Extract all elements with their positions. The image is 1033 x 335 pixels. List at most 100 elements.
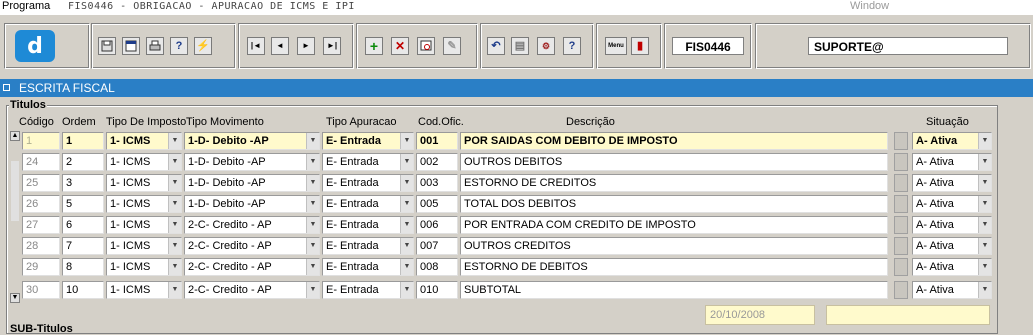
find-icon[interactable] [417, 37, 435, 55]
descricao-cell[interactable]: OUTROS CREDITOS [460, 237, 888, 255]
chevron-down-icon[interactable]: ▼ [978, 282, 991, 298]
tipo-apuracao-select[interactable]: E- Entrada ▼ [322, 153, 414, 171]
codigo-cell[interactable]: 28 [22, 237, 60, 255]
ordem-cell[interactable]: 6 [62, 216, 104, 234]
program-menu[interactable]: Programa [2, 0, 50, 13]
row-detail-box[interactable] [894, 237, 908, 255]
ordem-cell[interactable]: 2 [62, 153, 104, 171]
descricao-cell[interactable]: ESTORNO DE DEBITOS [460, 258, 888, 276]
last-record-icon[interactable]: ►| [323, 37, 341, 55]
chevron-down-icon[interactable]: ▼ [400, 175, 413, 191]
panel-collapse-icon[interactable] [3, 84, 10, 91]
cod-ofic-cell[interactable]: 010 [416, 281, 458, 299]
tipo-movimento-select[interactable]: 2-C- Credito - AP ▼ [184, 281, 320, 299]
wand-icon[interactable]: ⚡ [194, 37, 212, 55]
tipo-imposto-select[interactable]: 1- ICMS ▼ [106, 153, 182, 171]
window-menu[interactable]: Window [850, 0, 889, 13]
codigo-cell[interactable]: 30 [22, 281, 60, 299]
tipo-apuracao-select[interactable]: E- Entrada ▼ [322, 132, 414, 150]
tipo-apuracao-select[interactable]: E- Entrada ▼ [322, 237, 414, 255]
chevron-down-icon[interactable]: ▼ [306, 238, 319, 254]
tipo-imposto-select[interactable]: 1- ICMS ▼ [106, 281, 182, 299]
tipo-movimento-select[interactable]: 1-D- Debito -AP ▼ [184, 153, 320, 171]
tipo-movimento-select[interactable]: 1-D- Debito -AP ▼ [184, 132, 320, 150]
chevron-down-icon[interactable]: ▼ [978, 196, 991, 212]
eraser-icon[interactable]: ✎ [443, 37, 461, 55]
codigo-cell[interactable]: 25 [22, 174, 60, 192]
help-question-icon[interactable]: ? [170, 37, 188, 55]
cod-ofic-cell[interactable]: 008 [416, 258, 458, 276]
chevron-down-icon[interactable]: ▼ [168, 282, 181, 298]
chevron-down-icon[interactable]: ▼ [306, 133, 319, 149]
tipo-movimento-select[interactable]: 2-C- Credito - AP ▼ [184, 216, 320, 234]
chevron-down-icon[interactable]: ▼ [978, 133, 991, 149]
situacao-select[interactable]: A- Ativa ▼ [912, 216, 992, 234]
chevron-down-icon[interactable]: ▼ [168, 154, 181, 170]
descricao-cell[interactable]: POR ENTRADA COM CREDITO DE IMPOSTO [460, 216, 888, 234]
scroll-down-icon[interactable]: ▼ [10, 293, 20, 303]
descricao-cell[interactable]: POR SAIDAS COM DEBITO DE IMPOSTO [460, 132, 888, 150]
chevron-down-icon[interactable]: ▼ [978, 259, 991, 275]
delete-icon[interactable]: ✕ [391, 37, 409, 55]
chevron-down-icon[interactable]: ▼ [168, 217, 181, 233]
ordem-cell[interactable]: 1 [62, 132, 104, 150]
chevron-down-icon[interactable]: ▼ [978, 217, 991, 233]
row-detail-box[interactable] [894, 153, 908, 171]
chevron-down-icon[interactable]: ▼ [306, 196, 319, 212]
situacao-select[interactable]: A- Ativa ▼ [912, 195, 992, 213]
save-icon[interactable] [98, 37, 116, 55]
situacao-select[interactable]: A- Ativa ▼ [912, 132, 992, 150]
undo-icon[interactable]: ↶ [487, 37, 505, 55]
chevron-down-icon[interactable]: ▼ [400, 133, 413, 149]
situacao-select[interactable]: A- Ativa ▼ [912, 281, 992, 299]
ordem-cell[interactable]: 5 [62, 195, 104, 213]
tools-icon[interactable]: ⚙ [537, 37, 555, 55]
descricao-cell[interactable]: ESTORNO DE CREDITOS [460, 174, 888, 192]
tipo-imposto-select[interactable]: 1- ICMS ▼ [106, 258, 182, 276]
row-detail-box[interactable] [894, 195, 908, 213]
tipo-movimento-select[interactable]: 1-D- Debito -AP ▼ [184, 174, 320, 192]
scroll-thumb[interactable] [11, 161, 19, 221]
tipo-movimento-select[interactable]: 2-C- Credito - AP ▼ [184, 237, 320, 255]
chevron-down-icon[interactable]: ▼ [978, 154, 991, 170]
codigo-cell[interactable]: 26 [22, 195, 60, 213]
cod-ofic-cell[interactable]: 006 [416, 216, 458, 234]
next-record-icon[interactable]: ► [297, 37, 315, 55]
descricao-cell[interactable]: TOTAL DOS DEBITOS [460, 195, 888, 213]
ordem-cell[interactable]: 7 [62, 237, 104, 255]
chevron-down-icon[interactable]: ▼ [306, 175, 319, 191]
situacao-select[interactable]: A- Ativa ▼ [912, 237, 992, 255]
codigo-cell[interactable]: 24 [22, 153, 60, 171]
row-detail-box[interactable] [894, 281, 908, 299]
tipo-movimento-select[interactable]: 2-C- Credito - AP ▼ [184, 258, 320, 276]
descricao-cell[interactable]: SUBTOTAL [460, 281, 888, 299]
chevron-down-icon[interactable]: ▼ [168, 238, 181, 254]
records-scrollbar[interactable]: ▲ ▼ [10, 131, 20, 303]
tipo-apuracao-select[interactable]: E- Entrada ▼ [322, 174, 414, 192]
situacao-select[interactable]: A- Ativa ▼ [912, 153, 992, 171]
tipo-movimento-select[interactable]: 1-D- Debito -AP ▼ [184, 195, 320, 213]
tipo-imposto-select[interactable]: 1- ICMS ▼ [106, 132, 182, 150]
window-icon[interactable] [122, 37, 140, 55]
chevron-down-icon[interactable]: ▼ [400, 196, 413, 212]
chevron-down-icon[interactable]: ▼ [168, 259, 181, 275]
help-icon[interactable]: ? [563, 37, 581, 55]
situacao-select[interactable]: A- Ativa ▼ [912, 258, 992, 276]
tipo-apuracao-select[interactable]: E- Entrada ▼ [322, 281, 414, 299]
chevron-down-icon[interactable]: ▼ [306, 282, 319, 298]
chevron-down-icon[interactable]: ▼ [978, 175, 991, 191]
chevron-down-icon[interactable]: ▼ [400, 238, 413, 254]
cod-ofic-cell[interactable]: 003 [416, 174, 458, 192]
tipo-apuracao-select[interactable]: E- Entrada ▼ [322, 195, 414, 213]
descricao-cell[interactable]: OUTROS DEBITOS [460, 153, 888, 171]
row-detail-box[interactable] [894, 258, 908, 276]
scroll-up-icon[interactable]: ▲ [10, 131, 20, 141]
chevron-down-icon[interactable]: ▼ [400, 154, 413, 170]
tipo-imposto-select[interactable]: 1- ICMS ▼ [106, 174, 182, 192]
chevron-down-icon[interactable]: ▼ [400, 217, 413, 233]
tipo-imposto-select[interactable]: 1- ICMS ▼ [106, 195, 182, 213]
chevron-down-icon[interactable]: ▼ [400, 259, 413, 275]
chevron-down-icon[interactable]: ▼ [978, 238, 991, 254]
situacao-select[interactable]: A- Ativa ▼ [912, 174, 992, 192]
tipo-imposto-select[interactable]: 1- ICMS ▼ [106, 237, 182, 255]
